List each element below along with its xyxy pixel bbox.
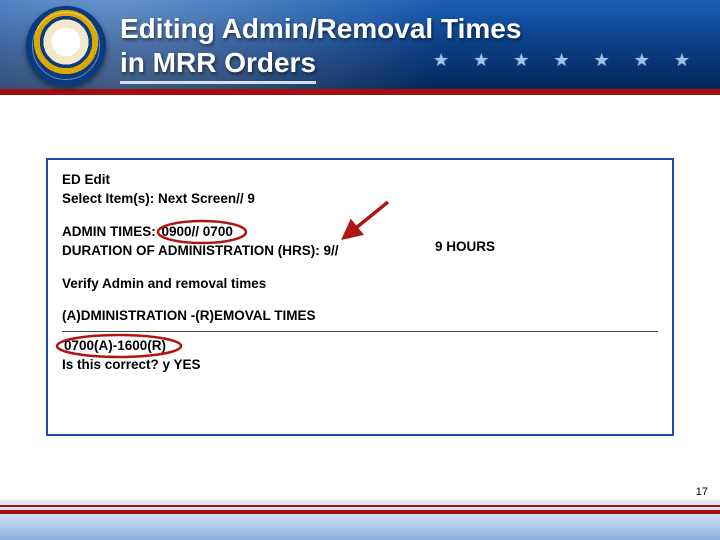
star-icon: ★ <box>473 50 489 71</box>
line-ar-value: 0700(A)-1600(R) <box>62 338 658 355</box>
admin-times-value-circled: 0900// 0700 <box>160 224 235 241</box>
star-icon: ★ <box>553 50 569 71</box>
star-icon: ★ <box>594 50 610 71</box>
title-line-2: in MRR Orders <box>120 46 316 84</box>
star-icon: ★ <box>634 50 650 71</box>
va-seal-icon <box>26 6 106 86</box>
slide: Editing Admin/Removal Times in MRR Order… <box>0 0 720 540</box>
footer-red-band-thin <box>0 505 720 507</box>
admin-times-label: ADMIN TIMES: <box>62 224 156 239</box>
line-verify: Verify Admin and removal times <box>62 276 658 293</box>
line-ar-header: (A)DMINISTRATION -(R)EMOVAL TIMES <box>62 308 658 325</box>
title-line-1: Editing Admin/Removal Times <box>120 13 521 44</box>
page-number: 17 <box>696 486 708 498</box>
ar-value-circled: 0700(A)-1600(R) <box>62 338 168 355</box>
circle-annotation-icon <box>154 218 250 246</box>
slide-footer <box>0 500 720 540</box>
slide-header: Editing Admin/Removal Times in MRR Order… <box>0 0 720 92</box>
line-ed-edit: ED Edit <box>62 172 658 189</box>
star-row: ★ ★ ★ ★ ★ ★ ★ <box>433 50 690 71</box>
line-duration: DURATION OF ADMINISTRATION (HRS): 9// <box>62 243 658 260</box>
terminal-box: ED Edit Select Item(s): Next Screen// 9 … <box>46 158 674 436</box>
star-icon: ★ <box>674 50 690 71</box>
circle-annotation-icon <box>56 332 188 360</box>
slide-title: Editing Admin/Removal Times in MRR Order… <box>120 12 670 84</box>
star-icon: ★ <box>433 50 449 71</box>
line-admin-times: ADMIN TIMES: 0900// 0700 <box>62 224 658 241</box>
line-select-items: Select Item(s): Next Screen// 9 <box>62 191 658 208</box>
star-icon: ★ <box>513 50 529 71</box>
footer-red-band <box>0 510 720 514</box>
